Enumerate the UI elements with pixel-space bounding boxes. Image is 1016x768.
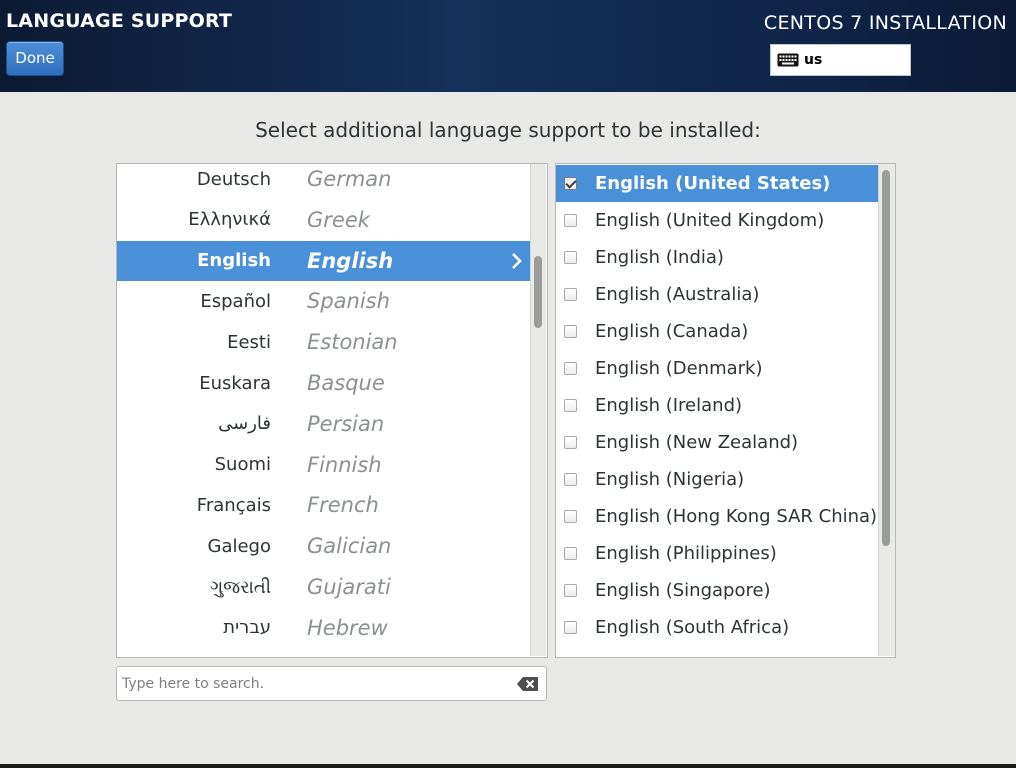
language-english-name: Basque <box>307 371 385 395</box>
language-english-name: French <box>307 493 379 518</box>
language-list[interactable]: Deutsch German Ελληνικά Greek English English… <box>116 163 548 658</box>
locale-row[interactable]: English (United States) <box>556 165 879 202</box>
locale-label: English (Hong Kong SAR China) <box>595 506 878 527</box>
locale-row[interactable]: English (South Africa) <box>556 609 879 646</box>
instruction-text: Select additional language support to be… <box>255 118 761 142</box>
locale-row[interactable]: English (India) <box>556 239 879 276</box>
language-english-name: Hebrew <box>307 615 388 640</box>
language-english-name: German <box>307 167 392 191</box>
locale-label: English (Australia) <box>595 284 760 305</box>
locale-checkbox[interactable] <box>564 325 577 338</box>
language-search[interactable] <box>116 666 547 701</box>
locale-label: English (Ireland) <box>595 395 743 416</box>
language-row[interactable]: فارسی Persian <box>117 404 530 444</box>
language-english-name: English <box>307 248 394 273</box>
language-native-name: فارسی <box>218 413 271 435</box>
language-list-scrollbar[interactable] <box>530 164 546 656</box>
locale-row[interactable]: English (United Kingdom) <box>556 202 879 239</box>
locale-list[interactable]: English (United States) English (United K… <box>555 163 896 658</box>
locale-row[interactable]: English (Nigeria) <box>556 461 879 498</box>
language-english-name: Greek <box>307 207 370 232</box>
locale-label: English (India) <box>595 247 724 268</box>
keyboard-layout-indicator[interactable]: us <box>770 44 911 76</box>
language-english-name: Estonian <box>307 330 398 355</box>
language-native-name: Español <box>200 290 271 312</box>
language-native-name: Eesti <box>227 331 271 353</box>
language-row[interactable]: Galego Galician <box>117 526 530 566</box>
top-header: LANGUAGE SUPPORT Done CENTOS 7 INSTALLAT… <box>0 0 1016 92</box>
locale-checkbox[interactable] <box>564 214 577 227</box>
language-row[interactable]: Ελληνικά Greek <box>117 200 530 240</box>
product-title: CENTOS 7 INSTALLATION <box>763 12 1007 34</box>
language-row[interactable]: English English <box>117 240 530 281</box>
locale-list-scroll-thumb[interactable] <box>882 170 890 546</box>
locale-checkbox[interactable] <box>564 510 577 523</box>
language-english-name: Finnish <box>307 452 382 477</box>
language-english-name: Galician <box>307 534 392 559</box>
locale-label: English (Philippines) <box>595 543 777 564</box>
locale-label: English (Denmark) <box>595 358 763 379</box>
locale-label: English (United Kingdom) <box>595 210 825 231</box>
search-input[interactable] <box>122 675 502 692</box>
locale-checkbox[interactable] <box>564 177 577 190</box>
locale-label: English (Canada) <box>595 321 749 342</box>
locale-row[interactable]: English (Australia) <box>556 276 879 313</box>
locale-checkbox[interactable] <box>564 547 577 560</box>
locale-checkbox[interactable] <box>564 473 577 486</box>
language-native-name: English <box>197 250 271 272</box>
locale-row[interactable]: English (Canada) <box>556 313 879 350</box>
language-row[interactable]: Français French <box>117 485 530 525</box>
locale-checkbox[interactable] <box>564 399 577 412</box>
done-button[interactable]: Done <box>6 41 64 76</box>
bottom-edge <box>0 764 1016 768</box>
language-row[interactable]: Deutsch German <box>117 164 530 199</box>
locale-checkbox[interactable] <box>564 288 577 301</box>
language-native-name: עברית <box>223 617 271 639</box>
language-native-name: Deutsch <box>196 168 271 190</box>
language-native-name: ગુજરાતી <box>210 576 271 598</box>
language-native-name: Ελληνικά <box>188 209 271 231</box>
keyboard-icon <box>777 52 799 68</box>
locale-checkbox[interactable] <box>564 621 577 634</box>
language-english-name: Persian <box>307 411 385 436</box>
locale-label: English (South Africa) <box>595 617 790 638</box>
locale-row[interactable]: English (Hong Kong SAR China) <box>556 498 879 535</box>
locale-row[interactable]: English (Singapore) <box>556 572 879 609</box>
locale-checkbox[interactable] <box>564 436 577 449</box>
language-row[interactable]: Español Spanish <box>117 281 530 321</box>
locale-row[interactable]: English (Philippines) <box>556 535 879 572</box>
locale-checkbox[interactable] <box>564 362 577 375</box>
language-native-name: Français <box>196 494 271 516</box>
language-native-name: Suomi <box>214 454 271 476</box>
locale-row[interactable]: English (Denmark) <box>556 350 879 387</box>
language-native-name: Euskara <box>199 372 271 394</box>
language-native-name: Galego <box>207 535 272 557</box>
language-row[interactable]: ગુજરાતી Gujarati <box>117 567 530 607</box>
language-row[interactable]: Eesti Estonian <box>117 322 530 362</box>
keyboard-layout-label: us <box>804 52 823 68</box>
language-row[interactable]: Euskara Basque <box>117 363 530 403</box>
page-title: LANGUAGE SUPPORT <box>6 10 233 32</box>
language-row[interactable]: Suomi Finnish <box>117 445 530 485</box>
language-row[interactable]: עברית Hebrew <box>117 608 530 648</box>
locale-checkbox[interactable] <box>564 251 577 264</box>
locale-row[interactable]: English (New Zealand) <box>556 424 879 461</box>
locale-label: English (New Zealand) <box>595 432 799 453</box>
clear-search-icon[interactable] <box>516 675 540 693</box>
language-list-scroll-thumb[interactable] <box>534 256 542 328</box>
locale-checkbox[interactable] <box>564 584 577 597</box>
locale-label: English (United States) <box>595 173 831 194</box>
locale-label: English (Nigeria) <box>595 469 745 490</box>
chevron-right-icon <box>510 251 524 271</box>
language-english-name: Gujarati <box>307 575 391 599</box>
locale-row[interactable]: English (Ireland) <box>556 387 879 424</box>
locale-label: English (Singapore) <box>595 580 771 601</box>
language-english-name: Spanish <box>307 289 390 314</box>
